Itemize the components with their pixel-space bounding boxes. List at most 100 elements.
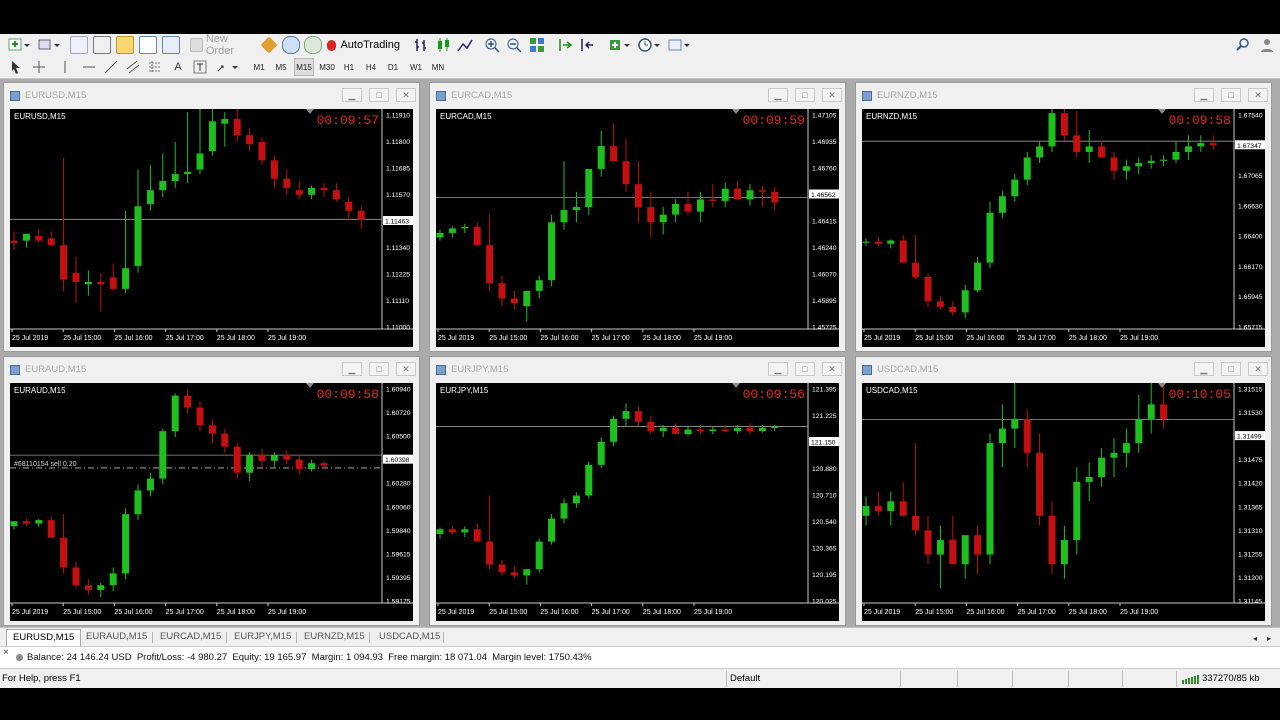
minimize-button[interactable]: ▁ — [1194, 88, 1214, 102]
new-order-button[interactable]: New Order — [190, 33, 254, 57]
status-divider — [957, 671, 958, 687]
candle-body — [936, 301, 944, 307]
time-tick-label: 25 Jul 15:00 — [915, 335, 953, 342]
data-window-button[interactable] — [93, 36, 111, 54]
equidistant-channel-tool[interactable] — [124, 58, 142, 76]
new-chart-button[interactable] — [6, 36, 32, 54]
candlestick-chart: 1.31515 1.31530 1.31499 1.31475 1.31420 1.313… — [862, 383, 1265, 616]
candle-body — [709, 199, 717, 201]
maximize-button[interactable]: □ — [795, 88, 815, 102]
terminal-close-button[interactable]: × — [3, 647, 9, 658]
price-tick-label: 1.60500 — [386, 434, 411, 441]
text-tool[interactable]: A — [170, 58, 186, 76]
timeframe-h4[interactable]: H4 — [363, 58, 379, 76]
timeframe-m30[interactable]: M30 — [317, 58, 337, 76]
maximize-button[interactable]: □ — [795, 362, 815, 376]
timeframe-m1[interactable]: M1 — [251, 58, 267, 76]
profile-status[interactable]: Default — [730, 673, 760, 684]
chart-plot[interactable]: 121.395 121.225 121.150 120.880 120.710 120.5… — [436, 383, 839, 621]
chart-tab[interactable]: EURCAD,M15 — [154, 629, 227, 646]
tab-scroll-left[interactable]: ◂ — [1250, 629, 1260, 647]
chart-window-titlebar[interactable]: EURCAD,M15 ▁ □ ✕ — [430, 83, 845, 107]
close-button[interactable]: ✕ — [822, 88, 842, 102]
candlestick-chart: 1.67540 1.67347 1.67065 1.66630 1.66400 1.661… — [862, 109, 1265, 342]
minimize-button[interactable]: ▁ — [342, 88, 362, 102]
chart-tab[interactable]: EURUSD,M15 — [6, 629, 82, 647]
chart-plot[interactable]: 1.11910 1.11800 1.11685 1.11570 1.11463 1.113… — [10, 109, 413, 347]
zoom-in-icon — [485, 38, 500, 53]
indicators-button[interactable] — [606, 36, 632, 54]
maximize-button[interactable]: □ — [369, 362, 389, 376]
templates-button[interactable] — [666, 36, 692, 54]
close-button[interactable]: ✕ — [396, 88, 416, 102]
maximize-button[interactable]: □ — [1221, 362, 1241, 376]
crosshair-tool[interactable] — [30, 58, 48, 76]
chart-window-titlebar[interactable]: EURNZD,M15 ▁ □ ✕ — [856, 83, 1271, 107]
chart-plot[interactable]: 1.47105 1.46935 1.46760 1.46562 1.46415 1.462… — [436, 109, 839, 347]
bar-chart-button[interactable] — [412, 36, 430, 54]
chart-plot[interactable]: 1.67540 1.67347 1.67065 1.66630 1.66400 1.661… — [862, 109, 1265, 347]
close-button[interactable]: ✕ — [822, 362, 842, 376]
price-tick-label: 1.67540 — [1238, 113, 1263, 120]
timeframe-d1[interactable]: D1 — [385, 58, 401, 76]
strategy-tester-button[interactable] — [162, 36, 180, 54]
auto-scroll-button[interactable] — [556, 36, 574, 54]
price-tick-label: 120.710 — [812, 493, 837, 500]
fibonacci-tool[interactable] — [146, 58, 164, 76]
arrows-tool[interactable] — [214, 58, 240, 76]
chart-window-titlebar[interactable]: EURUSD,M15 ▁ □ ✕ — [4, 83, 419, 107]
vertical-line-tool[interactable] — [58, 58, 72, 76]
candlestick-button[interactable] — [434, 36, 452, 54]
terminal-button[interactable] — [139, 36, 157, 54]
chart-window-titlebar[interactable]: EURJPY,M15 ▁ □ ✕ — [430, 357, 845, 381]
tab-scroll-right[interactable]: ▸ — [1264, 629, 1274, 647]
close-button[interactable]: ✕ — [396, 362, 416, 376]
close-button[interactable]: ✕ — [1248, 88, 1268, 102]
chart-plot[interactable]: #68110154 sell 0.20 1.60940 1.60720 1.60500… — [10, 383, 413, 621]
minimize-button[interactable]: ▁ — [1194, 362, 1214, 376]
metaeditor-button[interactable] — [260, 36, 278, 54]
timeframe-mn[interactable]: MN — [429, 58, 447, 76]
chart-tab[interactable]: EURAUD,M15 — [80, 629, 153, 646]
status-bar: For Help, press F1 Default 337270/85 kb — [0, 668, 1280, 689]
timeframe-m15-active[interactable]: M15 — [294, 58, 314, 76]
text-label-tool[interactable] — [192, 58, 208, 76]
chart-tab[interactable]: USDCAD,M15 — [373, 629, 446, 646]
minimize-button[interactable]: ▁ — [342, 362, 362, 376]
community-button[interactable] — [1258, 36, 1276, 54]
profiles-button[interactable] — [36, 36, 62, 54]
market-watch-button[interactable] — [70, 36, 88, 54]
chart-plot[interactable]: 1.31515 1.31530 1.31499 1.31475 1.31420 1.313… — [862, 383, 1265, 621]
trendline-tool[interactable] — [102, 58, 120, 76]
horizontal-line-tool[interactable] — [80, 58, 98, 76]
price-tick-label: 1.31515 — [1238, 387, 1263, 394]
cursor-tool[interactable] — [8, 58, 24, 76]
chart-window-titlebar[interactable]: EURAUD,M15 ▁ □ ✕ — [4, 357, 419, 381]
signals-button[interactable] — [282, 36, 300, 54]
autotrading-button[interactable]: AutoTrading — [327, 36, 400, 54]
time-tick-label: 25 Jul 18:00 — [1069, 335, 1107, 342]
close-button[interactable]: ✕ — [1248, 362, 1268, 376]
tile-windows-button[interactable] — [528, 36, 546, 54]
market-button[interactable] — [304, 36, 322, 54]
navigator-button[interactable] — [116, 36, 134, 54]
minimize-button[interactable]: ▁ — [768, 88, 788, 102]
zoom-out-button[interactable] — [505, 36, 523, 54]
timeframe-m5[interactable]: M5 — [273, 58, 289, 76]
minimize-button[interactable]: ▁ — [768, 362, 788, 376]
candle-body — [862, 506, 870, 516]
maximize-button[interactable]: □ — [1221, 88, 1241, 102]
candle-body — [84, 585, 92, 590]
status-divider — [1176, 671, 1177, 687]
chart-tab[interactable]: EURNZD,M15 — [298, 629, 371, 646]
maximize-button[interactable]: □ — [369, 88, 389, 102]
chart-shift-button[interactable] — [578, 36, 596, 54]
chart-window-titlebar[interactable]: USDCAD,M15 ▁ □ ✕ — [856, 357, 1271, 381]
zoom-in-button[interactable] — [483, 36, 501, 54]
timeframe-h1[interactable]: H1 — [341, 58, 357, 76]
timeframe-w1[interactable]: W1 — [408, 58, 424, 76]
search-button[interactable] — [1234, 36, 1252, 54]
line-chart-button[interactable] — [456, 36, 474, 54]
chart-tab[interactable]: EURJPY,M15 — [228, 629, 297, 646]
periods-button[interactable] — [636, 36, 662, 54]
